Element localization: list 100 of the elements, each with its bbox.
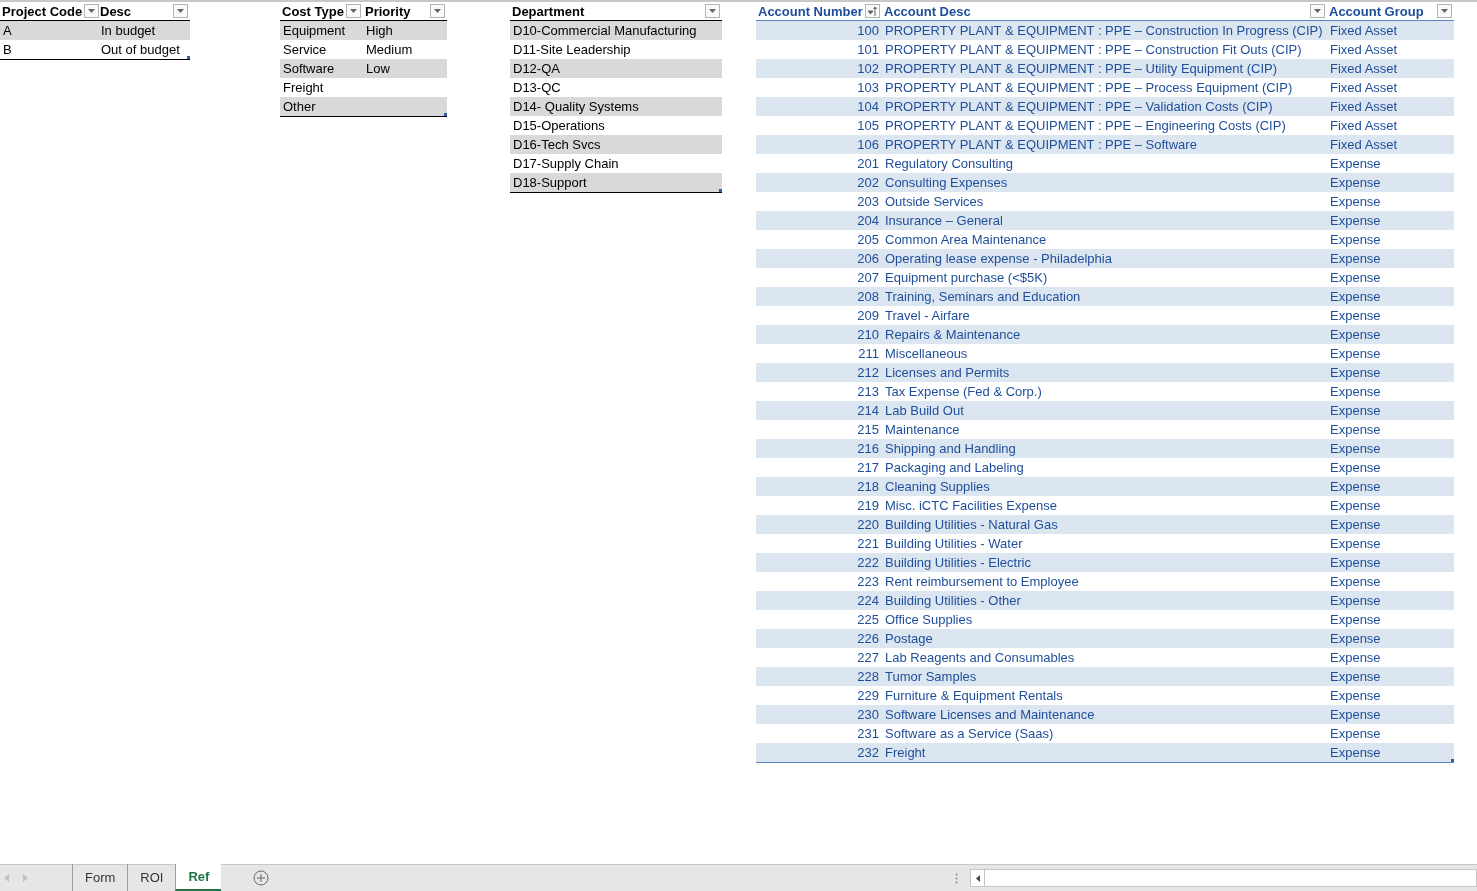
table-cell: 100 — [857, 23, 879, 38]
table-cell: D14- Quality Systems — [513, 99, 639, 114]
table-cell: A — [3, 23, 12, 38]
table-cell: Miscellaneous — [885, 346, 968, 361]
table-cell: Rent reimbursement to Employee — [885, 574, 1079, 589]
resize-handle-icon[interactable] — [187, 56, 190, 59]
caret-icon — [1314, 9, 1321, 13]
table-cell: Freight — [283, 80, 324, 95]
table-cell: B — [3, 42, 12, 57]
table-cell: Expense — [1330, 346, 1381, 361]
table-cell: 220 — [857, 517, 879, 532]
table-cell: Fixed Asset — [1330, 99, 1398, 114]
table-cell: Fixed Asset — [1330, 118, 1398, 133]
sheet-tab[interactable]: Form — [72, 864, 128, 891]
splitter-icon[interactable] — [955, 872, 958, 884]
table-cell: D12-QA — [513, 61, 560, 76]
table-cell: 232 — [857, 745, 879, 760]
table-cell: Travel - Airfare — [885, 308, 970, 323]
table-cell: 209 — [857, 308, 879, 323]
table-cell: 206 — [857, 251, 879, 266]
table-cell: PROPERTY PLANT & EQUIPMENT : PPE – Process Equipment (CIP) — [885, 80, 1293, 95]
caret-icon — [350, 9, 357, 13]
table-cell: D17-Supply Chain — [513, 156, 619, 171]
filter-button[interactable] — [1310, 4, 1325, 18]
table-cell: PROPERTY PLANT & EQUIPMENT : PPE – Software — [885, 137, 1197, 152]
column-header: Priority — [365, 3, 411, 19]
table-cell: D11-Site Leadership — [513, 42, 631, 57]
table-cell: Service — [283, 42, 327, 57]
horizontal-scrollbar[interactable] — [970, 869, 1477, 887]
table-cell: Building Utilities - Electric — [885, 555, 1031, 570]
filter-button[interactable] — [84, 4, 100, 18]
table-cell: Fixed Asset — [1330, 80, 1398, 95]
table-cell: Expense — [1330, 365, 1381, 380]
table-cell: 223 — [857, 574, 879, 589]
caret-icon — [88, 9, 96, 13]
table-cell: 211 — [858, 346, 879, 361]
resize-handle-icon[interactable] — [444, 113, 447, 116]
table-cell: Furniture & Equipment Rentals — [885, 688, 1063, 703]
table-cell: 207 — [857, 270, 879, 285]
table-cell: Out of budget — [101, 42, 180, 57]
table-cell: Operating lease expense - Philadelphia — [885, 251, 1112, 266]
table-cell: 106 — [857, 137, 879, 152]
table-cell: Expense — [1330, 194, 1381, 209]
table-cell: Software as a Service (Saas) — [885, 726, 1054, 741]
sort-filter-button[interactable] — [865, 4, 880, 18]
table-cell: Tax Expense (Fed & Corp.) — [885, 384, 1042, 399]
table-cell: Expense — [1330, 631, 1381, 646]
table-cell: 219 — [857, 498, 879, 513]
resize-handle-icon[interactable] — [719, 189, 722, 192]
table-cell: Expense — [1330, 745, 1381, 760]
filter-button[interactable] — [1437, 4, 1452, 18]
table-cell: D13-QC — [513, 80, 561, 95]
table-cell: Office Supplies — [885, 612, 973, 627]
table-cell: Expense — [1330, 555, 1381, 570]
table-cell: Outside Services — [885, 194, 984, 209]
filter-button[interactable] — [430, 4, 445, 18]
table-cell: Building Utilities - Natural Gas — [885, 517, 1058, 532]
table-cell: Expense — [1330, 612, 1381, 627]
table-cell: Repairs & Maintenance — [885, 327, 1021, 342]
table-cell: Equipment — [283, 23, 346, 38]
table-cell: Low — [366, 61, 390, 76]
table-cell: Expense — [1330, 232, 1381, 247]
column-header: Desc — [100, 3, 132, 19]
resize-handle-icon[interactable] — [1451, 759, 1454, 762]
sort-icon — [868, 6, 877, 16]
filter-button[interactable] — [346, 4, 361, 18]
table-cell: 226 — [857, 631, 879, 646]
table-cell: 210 — [857, 327, 879, 342]
table-cell: Fixed Asset — [1330, 42, 1398, 57]
table-cell: Freight — [885, 745, 926, 760]
table-cell: Packaging and Labeling — [885, 460, 1024, 475]
table-cell: 224 — [857, 593, 879, 608]
table-cell: Expense — [1330, 650, 1381, 665]
table-cell: 231 — [857, 726, 879, 741]
table-cell: 222 — [857, 555, 879, 570]
table-cell: Other — [283, 99, 316, 114]
table-cell: Building Utilities - Water — [885, 536, 1023, 551]
table-cell: PROPERTY PLANT & EQUIPMENT : PPE – Construction Fit Outs (CIP) — [885, 42, 1302, 57]
table-cell: Fixed Asset — [1330, 137, 1398, 152]
filter-button[interactable] — [705, 4, 720, 18]
table-cell: Postage — [885, 631, 933, 646]
filter-button[interactable] — [173, 4, 188, 18]
table-cell: Software Licenses and Maintenance — [885, 707, 1095, 722]
table-cell: 214 — [857, 403, 879, 418]
table-cell: Expense — [1330, 517, 1381, 532]
sheet-tab[interactable]: Ref — [175, 864, 222, 891]
table-cell: High — [366, 23, 393, 38]
table-cell: 225 — [857, 612, 879, 627]
table-cell: Maintenance — [885, 422, 960, 437]
table-cell: Expense — [1330, 707, 1381, 722]
table-cell: Tumor Samples — [885, 669, 977, 684]
column-header: Department — [512, 3, 585, 19]
caret-icon — [1441, 9, 1448, 13]
table-cell: In budget — [101, 23, 156, 38]
table-cell: Licenses and Permits — [885, 365, 1010, 380]
table-cell: 102 — [857, 61, 879, 76]
table-cell: 205 — [857, 232, 879, 247]
table-cell: Expense — [1330, 270, 1381, 285]
caret-icon — [709, 9, 716, 13]
table-cell: Insurance – General — [885, 213, 1003, 228]
